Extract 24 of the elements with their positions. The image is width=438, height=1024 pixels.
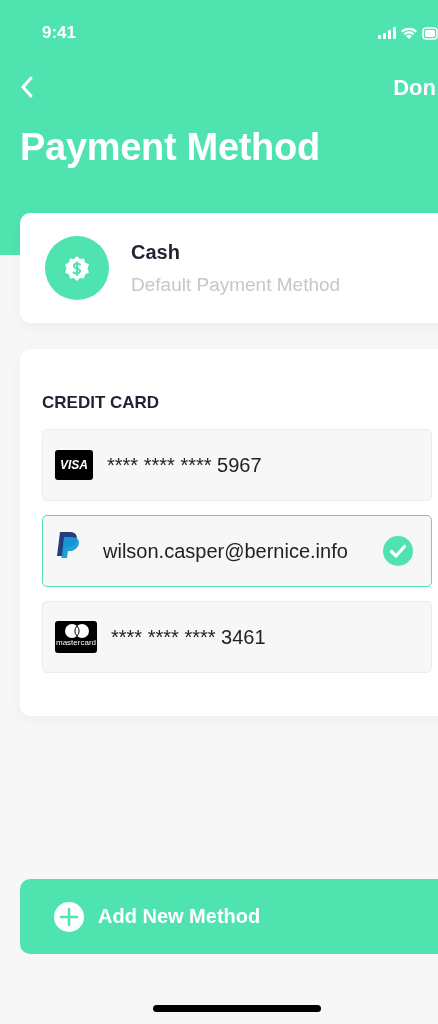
section-heading: CREDIT CARD xyxy=(42,393,161,413)
payment-method-row[interactable]: VISA **** **** **** 5967 xyxy=(42,429,432,501)
cash-label: Cash xyxy=(131,240,181,264)
wifi-icon xyxy=(401,27,417,39)
battery-icon xyxy=(422,26,438,40)
method-label: wilson.casper@bernice.info xyxy=(103,539,349,563)
add-method-label: Add New Method xyxy=(98,905,261,928)
plus-icon xyxy=(54,901,84,932)
payment-method-row[interactable]: mastercard **** **** **** 3461 xyxy=(42,601,432,673)
overlapping-circles-icon xyxy=(63,623,89,638)
status-time: 9:41 xyxy=(42,23,77,43)
method-label: **** **** **** 5967 xyxy=(107,453,263,477)
page-title: Payment Method xyxy=(20,126,321,169)
visa-logo: VISA xyxy=(55,450,93,480)
payment-method-row[interactable]: wilson.casper@bernice.info xyxy=(42,515,432,587)
method-label: **** **** **** 3461 xyxy=(111,625,267,649)
back-button[interactable] xyxy=(20,76,34,100)
dollar-badge-icon xyxy=(63,254,91,282)
mastercard-text: mastercard xyxy=(56,638,96,648)
check-icon xyxy=(383,536,413,566)
signal-icon xyxy=(378,27,396,39)
cash-card[interactable]: Cash Default Payment Method xyxy=(20,213,438,323)
back-icon xyxy=(20,76,34,100)
cash-subtitle: Default Payment Method xyxy=(131,273,341,296)
